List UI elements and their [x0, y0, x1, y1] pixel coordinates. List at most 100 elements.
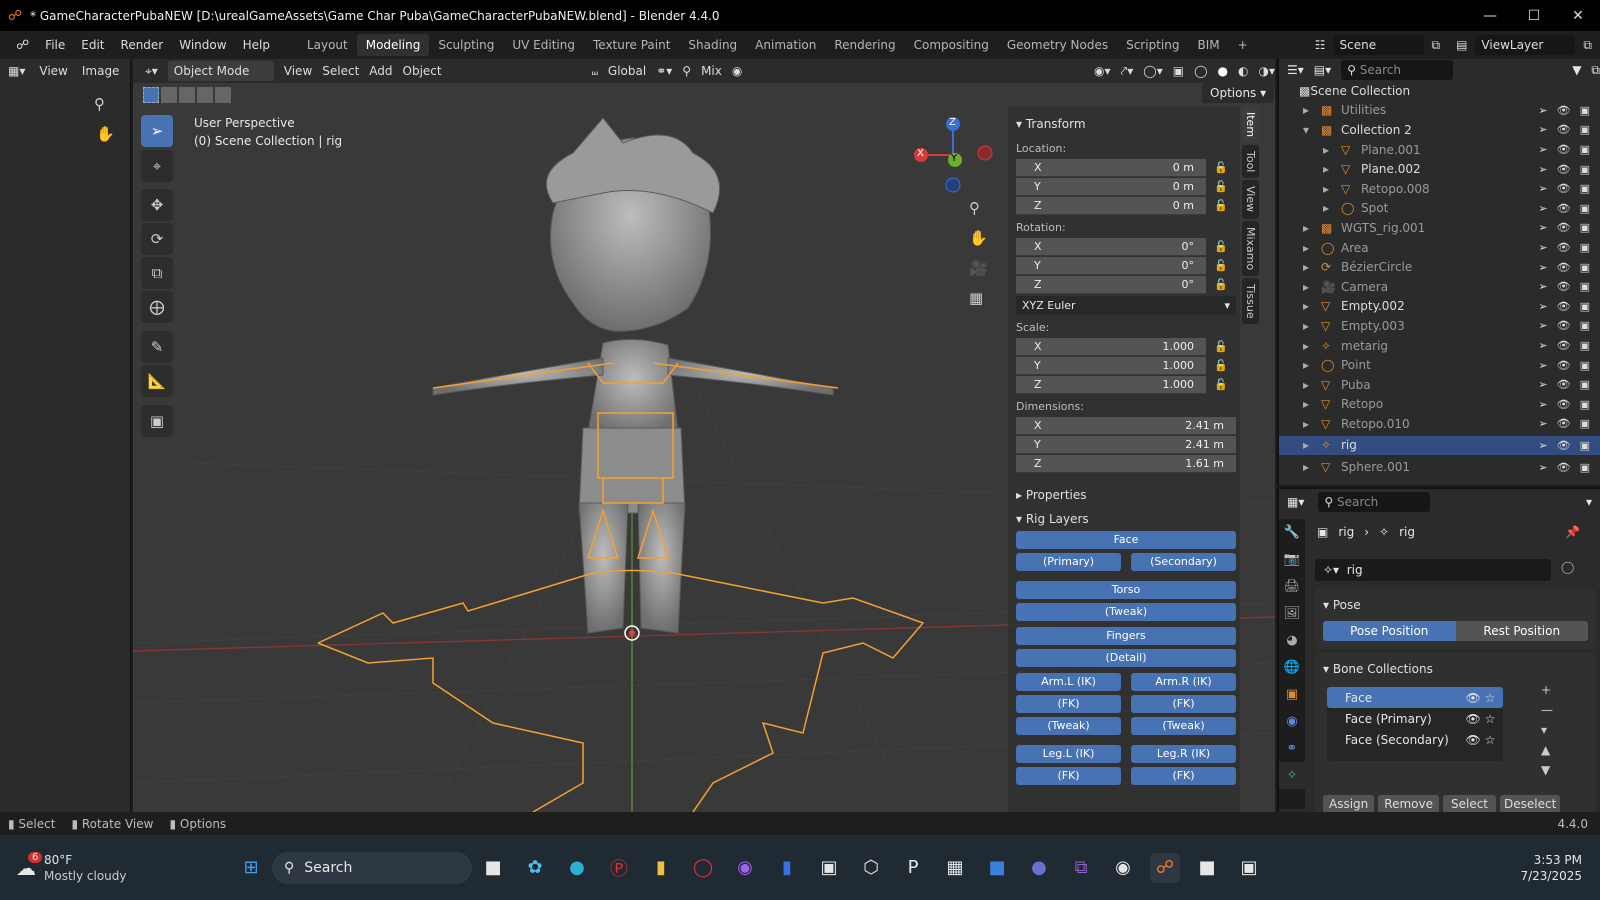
eye-icon[interactable]: 👁 [1557, 339, 1571, 352]
weather-widget[interactable]: ☁ 6 80°F Mostly cloudy [0, 851, 230, 884]
chevron-right-icon[interactable]: ▸ [1303, 241, 1309, 255]
menu-view[interactable]: View [284, 64, 312, 78]
select-toggle-icon[interactable]: ➢ [1538, 202, 1547, 215]
workspace-tab-layout[interactable]: Layout [298, 34, 357, 56]
select-toggle-icon[interactable]: ➢ [1538, 359, 1547, 372]
add-workspace-button[interactable]: + [1229, 34, 1257, 56]
rig-layer-arm-r-tweak-button[interactable]: (Tweak) [1131, 717, 1236, 735]
select-toggle-icon[interactable]: ➢ [1538, 143, 1547, 156]
rig-layer-torso-button[interactable]: Torso [1016, 581, 1236, 599]
chevron-right-icon[interactable]: ▸ [1323, 143, 1329, 157]
camera-render-icon[interactable]: ▣ [1580, 439, 1590, 452]
new-collection-icon[interactable]: ⧉ [1591, 63, 1600, 78]
gizmo-toggle-icon[interactable]: ⤤▾ [1121, 64, 1134, 79]
outliner-item[interactable]: ▸ ▽ Plane.001 ➢ 👁 ▣ [1279, 140, 1600, 160]
unity-icon[interactable]: ⬡ [856, 853, 886, 883]
outliner-item[interactable]: ▸ ◯ Point ➢ 👁 ▣ [1279, 355, 1600, 375]
properties-search-input[interactable]: ⚲ Search [1318, 492, 1431, 512]
blender-menu-icon[interactable]: ☍ [8, 38, 37, 53]
chevron-right-icon[interactable]: ▸ [1303, 260, 1309, 274]
scale-tool[interactable]: ⧉ [141, 257, 173, 289]
eye-icon[interactable]: 👁 [1557, 261, 1571, 274]
snap-icon[interactable]: ⚲ [682, 64, 691, 78]
bone-collections-section-header[interactable]: ▾ Bone Collections [1323, 657, 1588, 681]
bone-collection-row[interactable]: Face 👁 ☆ [1327, 687, 1503, 708]
scale-x-row[interactable]: X 1.000 🔓 [1016, 337, 1236, 356]
select-button[interactable]: Select [1442, 795, 1497, 813]
chevron-right-icon[interactable]: ▸ [1303, 221, 1309, 235]
shading-wireframe-icon[interactable]: ◯ [1194, 64, 1207, 78]
eye-icon[interactable]: 👁 [1557, 280, 1571, 293]
minimize-button[interactable]: — [1468, 8, 1512, 24]
camera-view-icon[interactable]: 🎥 [969, 259, 988, 277]
visibility-icon[interactable]: ◉▾ [1094, 64, 1111, 78]
menu-render[interactable]: Render [113, 38, 172, 52]
lock-icon[interactable]: 🔓 [1206, 199, 1236, 212]
display-mode-icon[interactable]: ▤▾ [1314, 63, 1331, 77]
camera-render-icon[interactable]: ▣ [1580, 241, 1590, 254]
tab-item[interactable]: Item [1242, 106, 1259, 144]
camera-render-icon[interactable]: ▣ [1580, 280, 1590, 293]
options-dropdown[interactable]: Options ▾ [1202, 83, 1275, 103]
select-toggle-icon[interactable]: ➢ [1538, 182, 1547, 195]
terminal-icon[interactable]: ■ [1192, 853, 1222, 883]
cursor-tool[interactable]: ⌖ [141, 150, 173, 182]
view-layer-icon[interactable]: ▤ [1448, 38, 1475, 52]
chevron-right-icon[interactable]: ▸ [1303, 397, 1309, 411]
outliner-item[interactable]: ▾ ▩ Collection 2 ➢ 👁 ▣ [1279, 120, 1600, 140]
proportional-edit-icon[interactable]: ◉ [732, 64, 742, 78]
pose-section-header[interactable]: ▾ Pose [1323, 593, 1588, 617]
camera-render-icon[interactable]: ▣ [1580, 143, 1590, 156]
outliner-item[interactable]: ▸ ✧ rig ➢ 👁 ▣ [1279, 435, 1600, 456]
star-icon[interactable]: ☆ [1485, 733, 1503, 747]
eye-icon[interactable]: 👁 [1557, 300, 1571, 313]
outliner-item[interactable]: ▸ ✧ metarig ➢ 👁 ▣ [1279, 336, 1600, 356]
mode-selector[interactable]: Object Mode [167, 61, 274, 81]
eye-icon[interactable]: 👁 [1466, 691, 1485, 705]
annotate-tool[interactable]: ✎ [141, 331, 173, 363]
constraints-tab-icon[interactable]: ⚭ [1279, 735, 1305, 762]
workspace-tab-shading[interactable]: Shading [679, 34, 746, 56]
menu-edit[interactable]: Edit [73, 38, 112, 52]
rig-layer-torso-tweak-button[interactable]: (Tweak) [1016, 603, 1236, 621]
outliner-item[interactable]: ▸ ▽ Retopo.008 ➢ 👁 ▣ [1279, 179, 1600, 199]
assign-button[interactable]: Assign [1323, 795, 1375, 813]
dimension-z-row[interactable]: Z 1.61 m [1016, 454, 1236, 473]
dimension-x-row[interactable]: X 2.41 m [1016, 416, 1236, 435]
file-explorer-icon[interactable]: ▮ [646, 853, 676, 883]
camera-render-icon[interactable]: ▣ [1580, 182, 1590, 195]
view-layer-selector[interactable]: ViewLayer [1475, 35, 1576, 55]
armature-data-name-field[interactable]: ✧▾ rig [1315, 559, 1551, 581]
pivot-icon[interactable]: ⚭▾ [656, 64, 672, 78]
chevron-right-icon[interactable]: ▸ [1323, 162, 1329, 176]
overlay-toggle-icon[interactable]: ◯▾ [1143, 64, 1162, 78]
move-tool[interactable]: ✥ [141, 189, 173, 221]
workspace-tab-rendering[interactable]: Rendering [825, 34, 904, 56]
clock[interactable]: 3:53 PM 7/23/2025 [1520, 852, 1600, 884]
chevron-down-icon[interactable]: ▾ [1303, 123, 1309, 137]
filter-icon[interactable]: ▼ [1572, 63, 1581, 77]
chevron-right-icon[interactable]: ▸ [1303, 438, 1309, 452]
scene-icon[interactable]: ☷ [1307, 38, 1334, 52]
rig-layers-section-header[interactable]: ▾ Rig Layers [1016, 507, 1236, 531]
outliner-item[interactable]: ▸ ▩ WGTS_rig.001 ➢ 👁 ▣ [1279, 218, 1600, 238]
rig-layer-arm-l-ik-button[interactable]: Arm.L (IK) [1016, 673, 1121, 691]
shading-material-icon[interactable]: ◐ [1238, 64, 1248, 78]
select-toggle-icon[interactable]: ➢ [1538, 123, 1547, 136]
camera-render-icon[interactable]: ▣ [1580, 104, 1590, 117]
shading-rendered-icon[interactable]: ◑▾ [1259, 64, 1276, 78]
view-layer-tab-icon[interactable]: 🖼 [1279, 600, 1305, 627]
hand-pan-icon[interactable]: ✋ [96, 125, 115, 143]
camera-render-icon[interactable]: ▣ [1580, 261, 1590, 274]
blender-taskbar-icon[interactable]: ☍ [1150, 852, 1180, 883]
task-view-icon[interactable]: ■ [478, 853, 508, 883]
outliner-root[interactable]: ▩ Scene Collection [1279, 81, 1600, 101]
dimension-y-row[interactable]: Y 2.41 m [1016, 435, 1236, 454]
workspace-tab-uv-editing[interactable]: UV Editing [503, 34, 584, 56]
tab-mixamo[interactable]: Mixamo [1242, 220, 1259, 276]
measure-tool[interactable]: 📐 [141, 365, 173, 397]
location-y-row[interactable]: Y0 m 🔓 [1016, 177, 1236, 196]
star-icon[interactable]: ☆ [1485, 712, 1503, 726]
eye-icon[interactable]: 👁 [1557, 378, 1571, 391]
workspace-tab-bim[interactable]: BIM [1188, 34, 1228, 56]
